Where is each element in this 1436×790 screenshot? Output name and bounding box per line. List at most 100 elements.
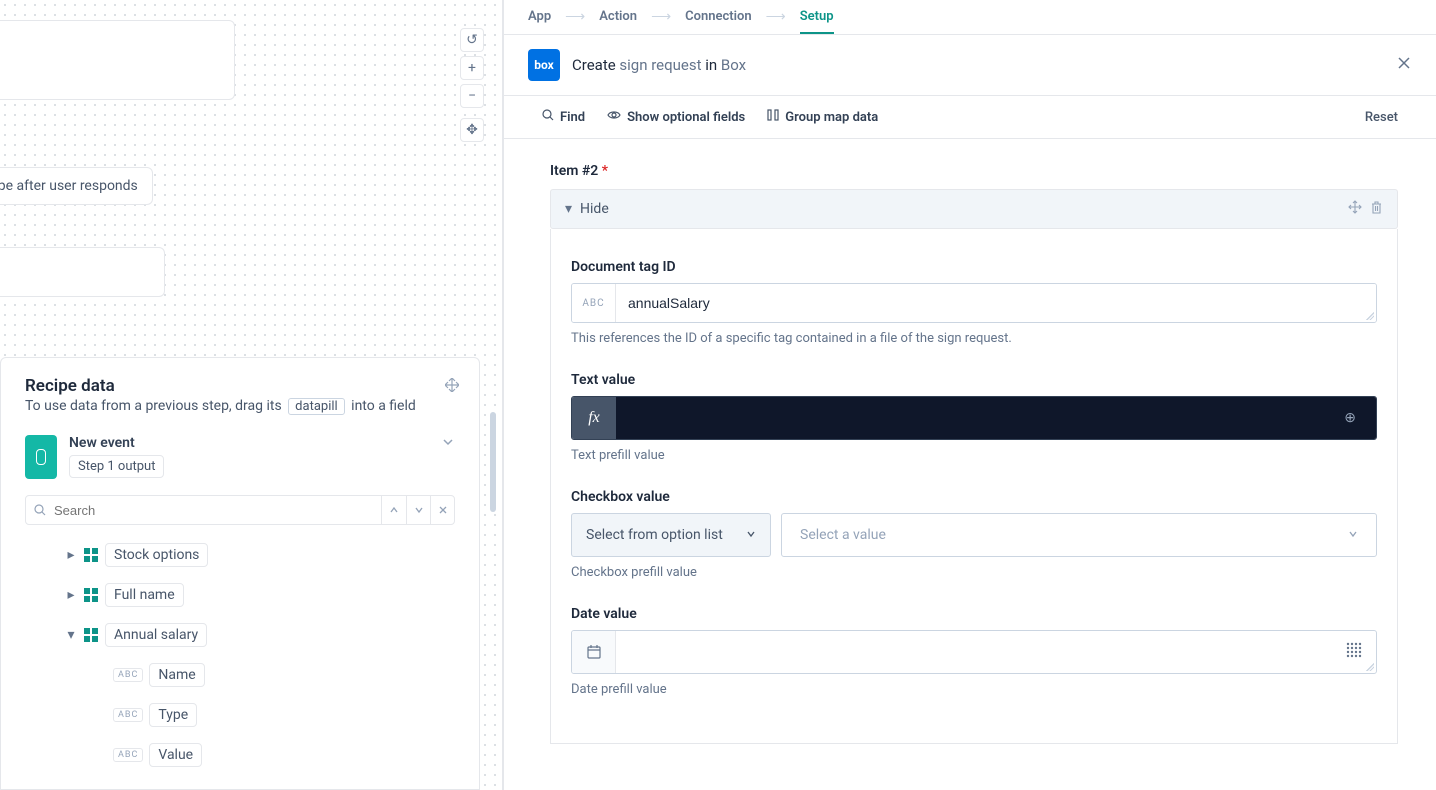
hide-label: Hide xyxy=(580,201,609,217)
object-icon xyxy=(83,547,99,563)
fit-button[interactable]: ✥ xyxy=(460,118,484,142)
resize-handle-icon[interactable] xyxy=(1366,663,1374,671)
tree-item-name[interactable]: ABC Name xyxy=(25,655,455,695)
drag-target-icon: ⊕ xyxy=(1344,410,1356,426)
recipe-data-panel: Recipe data To use data from a previous … xyxy=(0,357,480,790)
field-label: Text value xyxy=(571,372,1377,388)
value-select[interactable]: Select a value xyxy=(781,513,1377,557)
setup-toolbar: Find Show optional fields Group map data… xyxy=(504,96,1436,139)
pill-annual-salary[interactable]: Annual salary xyxy=(105,623,207,647)
drag-handle-icon[interactable] xyxy=(445,378,459,396)
minus-icon: − xyxy=(468,88,476,104)
collapse-icon[interactable]: ▾ xyxy=(65,627,77,643)
chevron-down-icon[interactable] xyxy=(441,435,455,453)
search-icon xyxy=(26,504,54,516)
find-button[interactable]: Find xyxy=(542,109,585,125)
close-button[interactable] xyxy=(1396,55,1412,75)
string-type-icon: ABC xyxy=(572,284,616,322)
recipe-search xyxy=(25,495,455,525)
step-tabs: App ⟶ Action ⟶ Connection ⟶ Setup xyxy=(504,0,1436,35)
pill-value[interactable]: Value xyxy=(149,743,202,767)
date-input[interactable] xyxy=(616,631,1376,673)
search-next-button[interactable] xyxy=(406,496,430,524)
field-help: Date prefill value xyxy=(571,682,1377,697)
tree-item-type[interactable]: ABC Type xyxy=(25,695,455,735)
event-row[interactable]: New event Step 1 output xyxy=(1,425,479,489)
tree-item-stock-options[interactable]: ▸ Stock options xyxy=(25,535,455,575)
string-type-icon: ABC xyxy=(113,668,143,682)
field-checkbox-value: Checkbox value Select from option list S… xyxy=(571,489,1377,580)
pill-stock-options[interactable]: Stock options xyxy=(105,543,208,567)
event-info: New event Step 1 output xyxy=(69,435,429,478)
reset-button[interactable]: Reset xyxy=(1365,110,1398,125)
canvas-card[interactable] xyxy=(0,20,235,100)
search-prev-button[interactable] xyxy=(382,496,406,524)
formula-input-wrap[interactable]: fx ⊕ xyxy=(571,396,1377,440)
step-detail-pane: App ⟶ Action ⟶ Connection ⟶ Setup box Cr… xyxy=(503,0,1436,790)
tab-action[interactable]: Action xyxy=(599,1,637,34)
plus-icon: + xyxy=(468,60,476,76)
field-date-value: Date value xyxy=(571,606,1377,697)
chevron-down-icon xyxy=(746,527,756,543)
pill-name[interactable]: Name xyxy=(149,663,204,687)
recipe-data-header: Recipe data To use data from a previous … xyxy=(1,358,479,425)
tree-item-full-name[interactable]: ▸ Full name xyxy=(25,575,455,615)
field-help: This references the ID of a specific tag… xyxy=(571,331,1377,346)
string-type-icon: ABC xyxy=(113,748,143,762)
datapill-tree: ▸ Stock options ▸ Full name ▾ Annual sal… xyxy=(1,531,479,785)
app-icon xyxy=(25,435,57,479)
chevron-down-icon xyxy=(1348,527,1358,543)
arrow-right-icon: ⟶ xyxy=(766,9,786,25)
form-area[interactable]: Item #2 * ▾ Hide Document tag ID ABC xyxy=(504,139,1436,790)
search-input[interactable] xyxy=(54,503,381,518)
canvas-controls: ↺ + − ✥ xyxy=(460,28,484,142)
search-controls xyxy=(381,496,454,524)
chevron-down-icon: ▾ xyxy=(565,201,572,217)
move-icon[interactable] xyxy=(1348,200,1362,218)
field-label: Checkbox value xyxy=(571,489,1377,505)
tab-connection[interactable]: Connection xyxy=(685,1,752,34)
canvas-card-respond[interactable]: recipe after user responds xyxy=(0,167,153,205)
columns-icon xyxy=(767,109,779,125)
collapse-bar[interactable]: ▾ Hide xyxy=(550,189,1398,229)
group-map-button[interactable]: Group map data xyxy=(767,109,878,125)
show-optional-button[interactable]: Show optional fields xyxy=(607,108,745,126)
field-help: Checkbox prefill value xyxy=(571,565,1377,580)
trash-icon[interactable] xyxy=(1370,201,1383,218)
document-tag-id-input[interactable] xyxy=(616,284,1376,322)
formula-input[interactable]: ⊕ xyxy=(616,397,1376,439)
required-asterisk: * xyxy=(602,163,608,179)
expand-icon[interactable]: ▸ xyxy=(65,587,77,603)
expand-icon[interactable]: ▸ xyxy=(65,547,77,563)
tree-item-value[interactable]: ABC Value xyxy=(25,735,455,775)
select-mode-button[interactable]: Select from option list xyxy=(571,513,771,557)
recipe-data-title: Recipe data xyxy=(25,376,455,396)
item-form-body: Document tag ID ABC This references the … xyxy=(550,229,1398,744)
scrollbar-thumb[interactable] xyxy=(490,412,496,512)
calendar-icon xyxy=(572,631,616,673)
canvas-card[interactable] xyxy=(0,247,165,297)
field-label: Document tag ID xyxy=(571,259,1377,275)
event-title: New event xyxy=(69,435,429,451)
zoom-in-button[interactable]: + xyxy=(460,56,484,80)
arrow-right-icon: ⟶ xyxy=(565,9,585,25)
tab-app[interactable]: App xyxy=(528,1,551,34)
tree-item-annual-salary[interactable]: ▾ Annual salary xyxy=(25,615,455,655)
canvas-card-text: recipe after user responds xyxy=(0,178,138,194)
datapill-chip: datapill xyxy=(288,398,345,415)
step-output-pill[interactable]: Step 1 output xyxy=(69,455,164,478)
undo-button[interactable]: ↺ xyxy=(460,28,484,52)
recipe-canvas[interactable]: recipe after user responds ↺ + − ✥ Recip… xyxy=(0,0,503,790)
step-title: Create sign request in Box xyxy=(572,56,746,74)
resize-handle-icon[interactable] xyxy=(1366,312,1374,320)
grid-icon[interactable] xyxy=(1346,642,1362,662)
item-label: Item #2 * xyxy=(550,163,1398,179)
tab-setup[interactable]: Setup xyxy=(800,1,834,34)
date-input-wrap[interactable] xyxy=(571,630,1377,674)
box-app-icon: box xyxy=(528,49,560,81)
zoom-out-button[interactable]: − xyxy=(460,84,484,108)
pill-full-name[interactable]: Full name xyxy=(105,583,184,607)
recipe-data-subtitle: To use data from a previous step, drag i… xyxy=(25,398,455,415)
pill-type[interactable]: Type xyxy=(149,703,197,727)
search-clear-button[interactable] xyxy=(430,496,454,524)
